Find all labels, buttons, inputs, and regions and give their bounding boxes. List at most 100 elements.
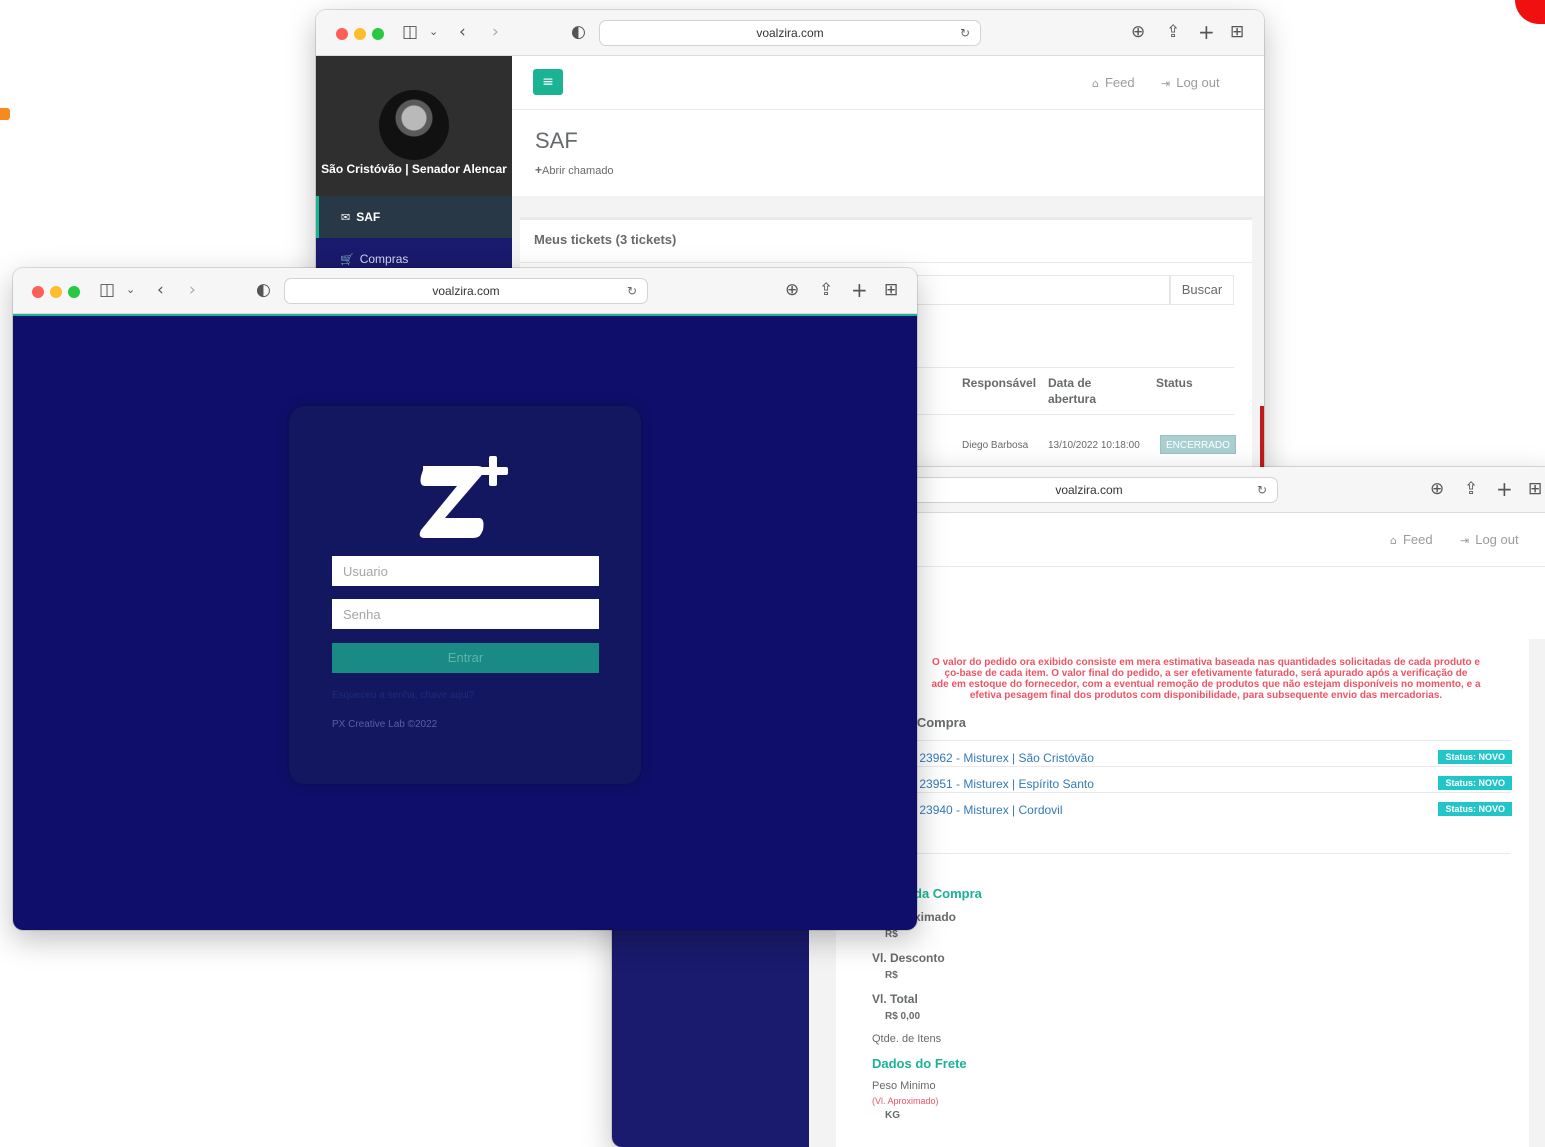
abrir-chamado-label: Abrir chamado xyxy=(542,165,614,177)
sidebar-item-saf[interactable]: ✉ SAF xyxy=(316,196,512,238)
new-tab-icon[interactable]: + xyxy=(851,278,868,302)
menu-toggle-button[interactable]: ≡ xyxy=(533,69,563,95)
minimize-window-button[interactable] xyxy=(50,286,62,298)
buscar-button[interactable]: Buscar xyxy=(1170,275,1234,305)
share-icon[interactable]: ⇪ xyxy=(819,278,833,302)
chevron-down-icon[interactable]: ⌄ xyxy=(126,278,135,302)
copyright-text: PX Creative Lab ©2022 xyxy=(332,719,438,730)
reload-icon[interactable]: ↻ xyxy=(627,279,637,303)
sidebar-toggle-icon[interactable]: ◫ xyxy=(99,278,115,302)
share-icon[interactable]: ⇪ xyxy=(1166,20,1180,44)
status-badge: ENCERRADO xyxy=(1160,435,1236,454)
warning-line: ço-base de cada item. O valor final do p… xyxy=(944,668,1468,679)
tab-overview-icon[interactable]: ⊞ xyxy=(1528,477,1542,501)
forward-icon[interactable]: › xyxy=(492,20,499,44)
divider xyxy=(520,262,1252,263)
sidebar-toggle-icon[interactable]: ◫ xyxy=(402,20,418,44)
logout-link[interactable]: ⇥ Log out xyxy=(1161,75,1220,90)
address-bar-url: voalzira.com xyxy=(1055,483,1123,497)
avatar[interactable] xyxy=(379,90,449,160)
download-icon[interactable]: ⊕ xyxy=(785,278,799,302)
tab-overview-icon[interactable]: ⊞ xyxy=(884,278,898,302)
reload-icon[interactable]: ↻ xyxy=(1257,478,1267,502)
desconto-label: Vl. Desconto xyxy=(872,951,945,965)
share-icon[interactable]: ⇪ xyxy=(1464,477,1478,501)
home-icon: ⌂ xyxy=(1390,534,1397,547)
peso-minimo-label: Peso Minimo xyxy=(872,1080,936,1092)
order-link[interactable]: o: 23940 - Misturex | Cordovil xyxy=(906,803,1063,817)
minimize-window-button[interactable] xyxy=(354,28,366,40)
abrir-chamado-link[interactable]: +Abrir chamado xyxy=(535,163,614,177)
download-icon[interactable]: ⊕ xyxy=(1131,20,1145,44)
login-card: Entrar Esqueceu a senha, chave aqui? PX … xyxy=(289,406,641,784)
status-badge: Status: NOVO xyxy=(1438,776,1512,790)
divider xyxy=(906,792,1511,793)
back-icon[interactable]: ‹ xyxy=(157,278,164,302)
forgot-password-link[interactable]: Esqueceu a senha, chave aqui? xyxy=(332,690,474,701)
maximize-window-button[interactable] xyxy=(68,286,80,298)
logout-link[interactable]: ⇥ Log out xyxy=(1460,532,1519,547)
profile-name: São Cristóvão | Senador Alencar xyxy=(321,162,507,176)
ticket-date: 13/10/2022 10:18:00 xyxy=(1048,440,1140,451)
shield-icon[interactable]: ◐ xyxy=(571,20,586,44)
entrar-button[interactable]: Entrar xyxy=(332,643,599,673)
order-link[interactable]: o: 23962 - Misturex | São Cristóvão xyxy=(906,751,1094,765)
download-icon[interactable]: ⊕ xyxy=(1430,477,1444,501)
close-window-button[interactable] xyxy=(336,28,348,40)
feed-link[interactable]: ⌂ Feed xyxy=(1390,532,1433,547)
page-heading: SAF +Abrir chamado xyxy=(512,110,1264,196)
qtde-itens-label: Qtde. de Itens xyxy=(872,1033,942,1045)
resumo-title: da Compra xyxy=(914,886,982,901)
ticket-responsavel: Diego Barbosa xyxy=(962,440,1029,451)
profile-panel: São Cristóvão | Senador Alencar xyxy=(316,56,512,196)
scroll-indicator xyxy=(1260,406,1264,476)
maximize-window-button[interactable] xyxy=(372,28,384,40)
new-tab-icon[interactable]: + xyxy=(1198,20,1215,44)
back-icon[interactable]: ‹ xyxy=(459,20,466,44)
sidebar-item-label: Compras xyxy=(359,252,409,266)
peso-note: (Vl. Aproximado) xyxy=(872,1096,939,1106)
order-link[interactable]: o: 23951 - Misturex | Espírito Santo xyxy=(906,777,1094,791)
top-navbar: ⌂ Feed ⇥ Log out xyxy=(809,513,1545,567)
warning-line: O valor do pedido ora exibido consiste e… xyxy=(932,657,1480,668)
password-input[interactable] xyxy=(332,599,599,629)
compras-panel: O valor do pedido ora exibido consiste e… xyxy=(836,639,1529,1147)
total-value: R$ 0,00 xyxy=(885,1011,921,1022)
address-bar[interactable]: voalzira.com ↻ xyxy=(900,477,1278,503)
status-badge: Status: NOVO xyxy=(1438,750,1512,764)
cart-icon: 🛒 xyxy=(340,253,354,266)
status-badge: Status: NOVO xyxy=(1438,802,1512,816)
warning-line: efetiva pesagem final dos produtos com d… xyxy=(969,690,1443,701)
feed-label: Feed xyxy=(1402,532,1433,547)
username-input[interactable] xyxy=(332,556,599,586)
feed-link[interactable]: ⌂ Feed xyxy=(1092,75,1135,90)
top-navbar: ≡ ⌂ Feed ⇥ Log out xyxy=(512,56,1264,110)
address-bar[interactable]: voalzira.com ↻ xyxy=(599,20,981,46)
browser-toolbar: ◫ ⌄ ‹ › ◐ voalzira.com ↻ ⊕ ⇪ + ⊞ xyxy=(316,10,1264,56)
shield-icon[interactable]: ◐ xyxy=(256,278,271,302)
aproximado-label: ximado xyxy=(914,910,957,924)
warning-line: ade em estoque do fornecedor, com a even… xyxy=(931,679,1481,690)
divider xyxy=(906,740,1511,741)
login-page: Entrar Esqueceu a senha, chave aqui? PX … xyxy=(13,314,917,930)
plus-icon: + xyxy=(535,163,543,177)
forward-icon[interactable]: › xyxy=(189,278,196,302)
peso-value: KG xyxy=(885,1110,900,1121)
frete-title: Dados do Frete xyxy=(872,1056,967,1071)
logout-icon: ⇥ xyxy=(1161,77,1171,90)
page-heading xyxy=(809,567,1545,639)
decorative-orange-tab xyxy=(0,108,10,120)
decorative-red-corner xyxy=(1515,0,1545,24)
new-tab-icon[interactable]: + xyxy=(1496,477,1513,501)
close-window-button[interactable] xyxy=(32,286,44,298)
tab-overview-icon[interactable]: ⊞ xyxy=(1230,20,1244,44)
chevron-down-icon[interactable]: ⌄ xyxy=(429,20,438,44)
divider xyxy=(906,766,1511,767)
column-header-data: Data de abertura xyxy=(1048,376,1097,406)
reload-icon[interactable]: ↻ xyxy=(960,21,970,45)
price-estimate-warning: O valor do pedido ora exibido consiste e… xyxy=(896,657,1516,701)
browser-toolbar: ◫ ⌄ ‹ › ◐ voalzira.com ↻ ⊕ ⇪ + ⊞ xyxy=(13,268,917,314)
z-plus-logo xyxy=(419,456,508,538)
address-bar[interactable]: voalzira.com ↻ xyxy=(284,278,648,304)
home-icon: ⌂ xyxy=(1092,77,1099,90)
